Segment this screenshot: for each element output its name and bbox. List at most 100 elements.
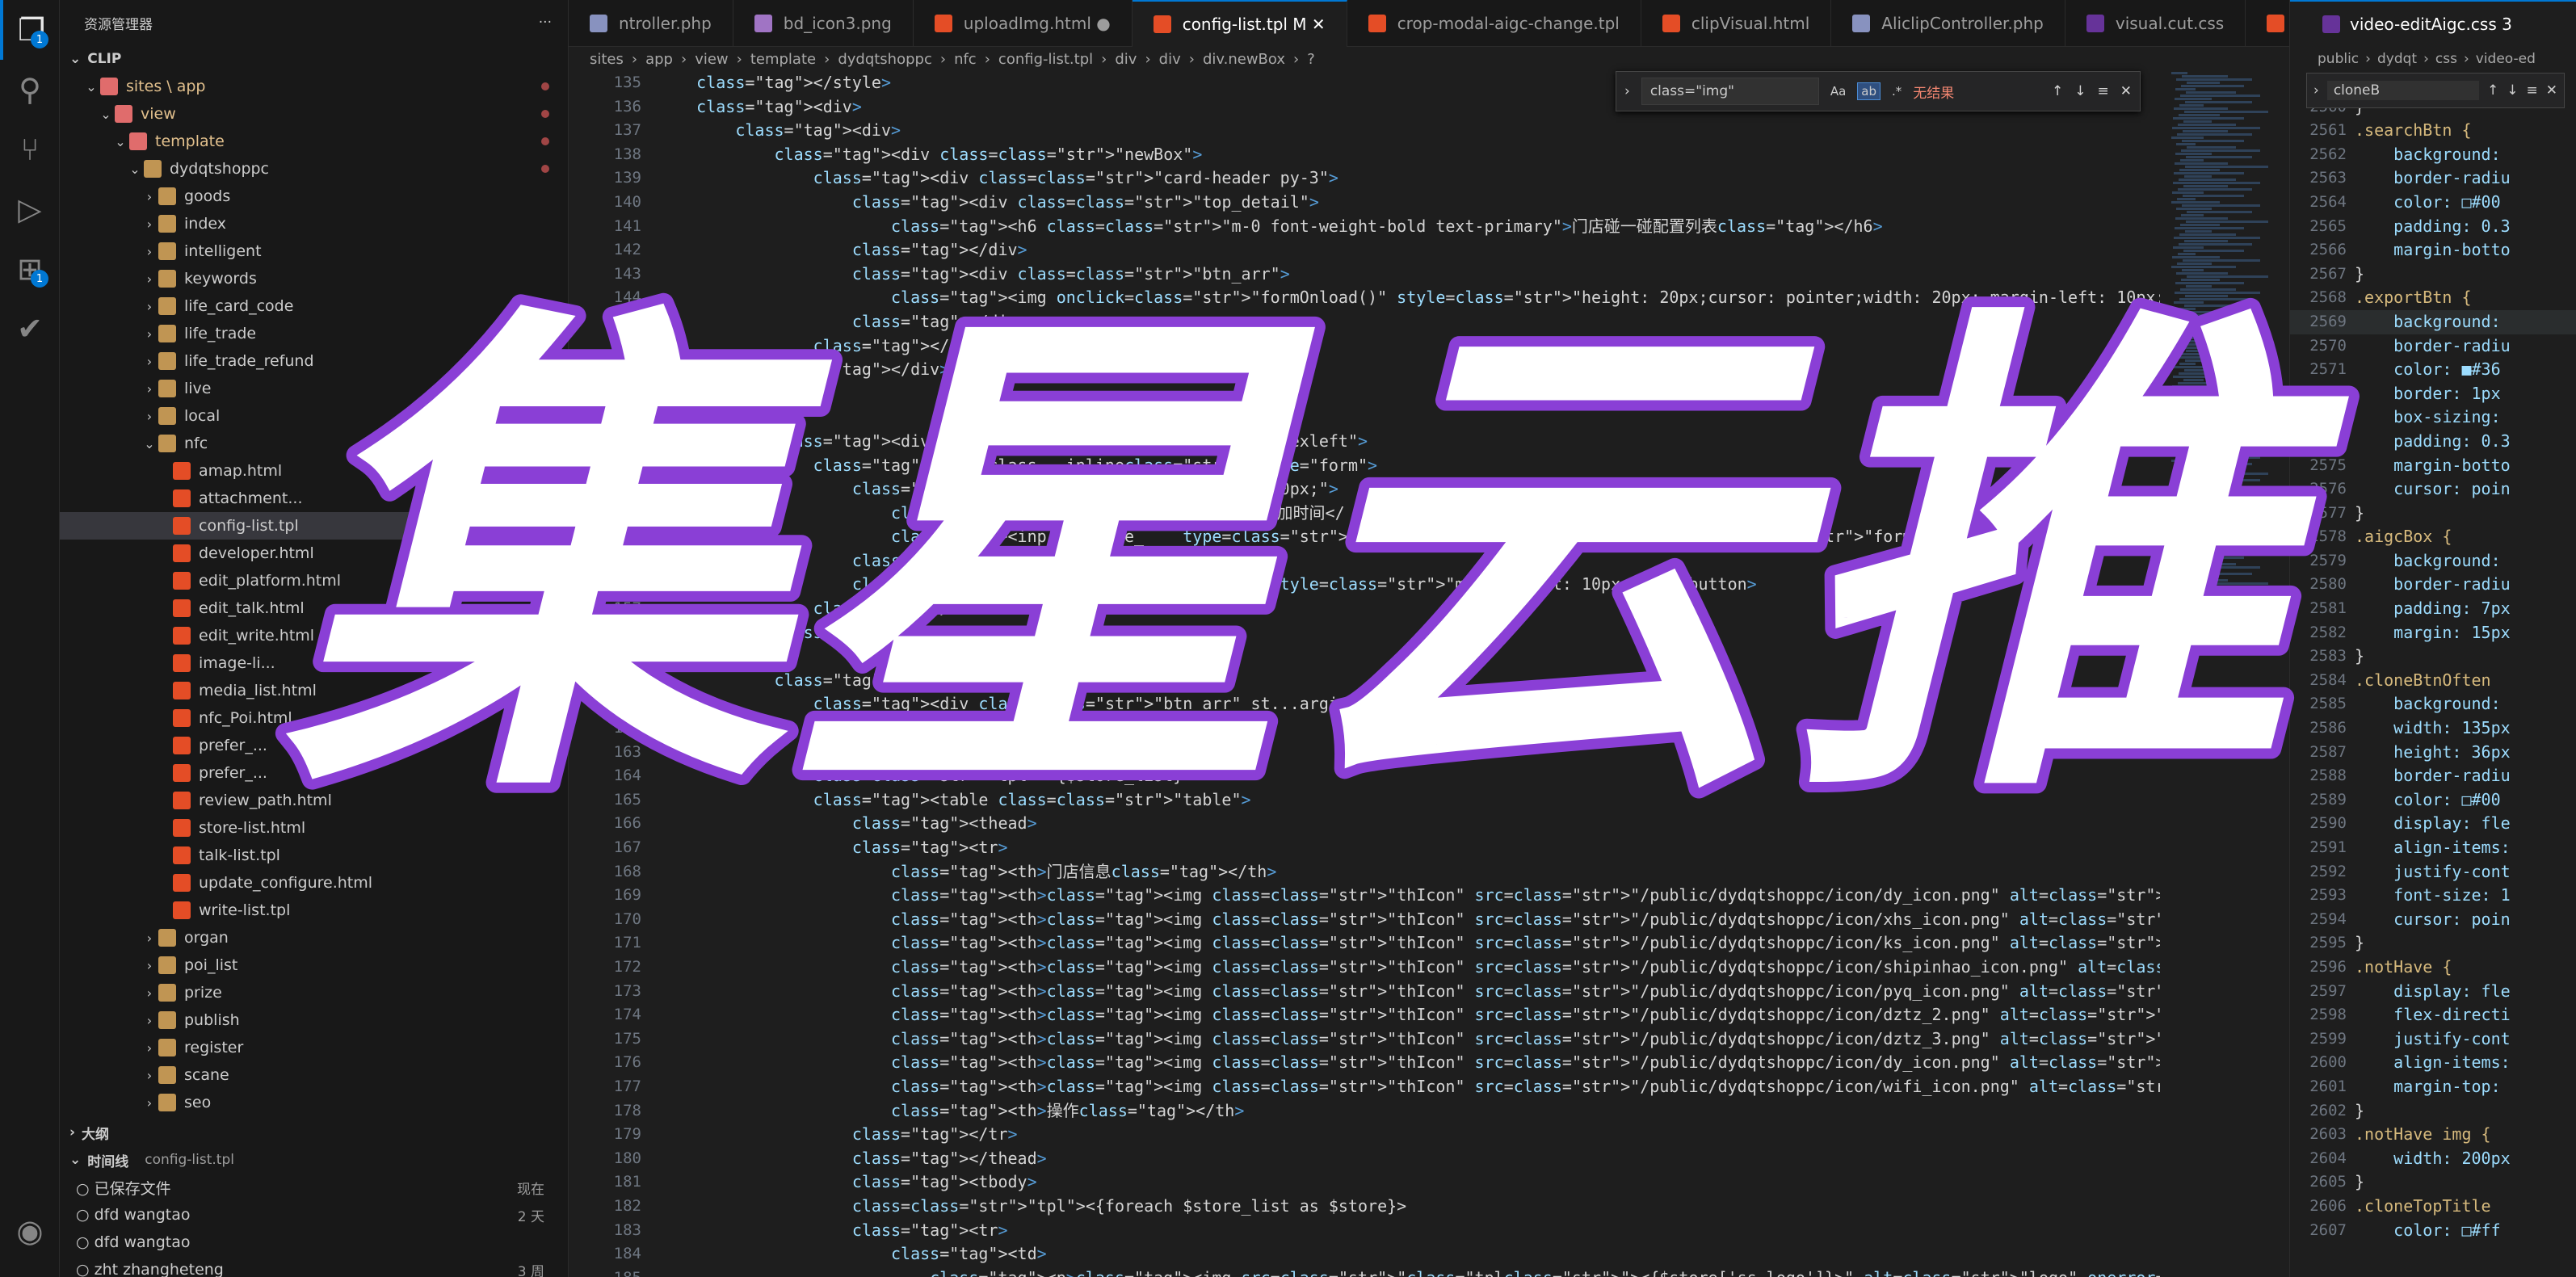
code-line[interactable]: class="tag"><p>class="tag"><img src=clas…: [658, 1266, 2160, 1277]
tree-folder[interactable]: ⌄ nfc: [60, 430, 569, 457]
right-tab-active[interactable]: video-editAigc.css 3: [2290, 0, 2576, 47]
code-line[interactable]: class="tag"><h6 class=class="str">"m-0 f…: [658, 215, 2160, 239]
tree-file[interactable]: write-list.tpl: [60, 897, 569, 924]
right-code-line[interactable]: 2601 margin-top:: [2290, 1075, 2576, 1099]
code-line[interactable]: class="tag"></div>: [658, 238, 2160, 263]
editor-tab[interactable]: crop-modal-aigc-change.tpl: [1347, 0, 1641, 47]
breadcrumb-segment[interactable]: public: [2318, 51, 2359, 67]
search-icon[interactable]: ⚲: [0, 60, 60, 120]
editor-tab[interactable]: visual.cut.css: [2065, 0, 2246, 47]
code-line[interactable]: class="tag"><th>class="tag"><img class=c…: [658, 884, 2160, 908]
code-line[interactable]: class="tag"><th>class="tag"><img class=c…: [658, 1003, 2160, 1027]
editor-tab[interactable]: config-list.tpl M ✕: [1132, 0, 1347, 47]
code-line[interactable]: class="tag"><div id=class="str">"showfr.…: [658, 430, 2160, 454]
code-line[interactable]: class="tag"><inp... time_ type=class="st…: [658, 525, 2160, 549]
right-code-line[interactable]: 2571 color: ■#36: [2290, 358, 2576, 382]
tree-folder[interactable]: › prize: [60, 979, 569, 1006]
right-code-line[interactable]: 2592 justify-cont: [2290, 860, 2576, 884]
editor-tab[interactable]: bd_icon3.png: [733, 0, 914, 47]
timeline-item[interactable]: ○ dfd wangtao: [60, 1229, 569, 1256]
right-code-line[interactable]: 2602}: [2290, 1099, 2576, 1124]
tree-file[interactable]: review_path.html: [60, 787, 569, 814]
right-code-line[interactable]: 2574 padding: 0.3: [2290, 430, 2576, 454]
outline-section[interactable]: › 大纲: [60, 1119, 569, 1146]
match-word-toggle[interactable]: ab: [1857, 82, 1881, 100]
timeline-item[interactable]: ○ dfd wangtao 2 天: [60, 1201, 569, 1229]
code-line[interactable]: class="tag"><div class=class="str">"btn_…: [658, 692, 2160, 716]
tree-folder[interactable]: › local: [60, 402, 569, 430]
code-line[interactable]: class="tag"><div class=class="str">"btn_…: [658, 263, 2160, 287]
tree-file[interactable]: media_list.html: [60, 677, 569, 704]
code-line[interactable]: class="tag"><butt... style=class="str">"…: [658, 573, 2160, 597]
tree-folder[interactable]: › scane: [60, 1061, 569, 1089]
code-line[interactable]: class="tag"></div>: [658, 621, 2160, 645]
code-line[interactable]: class="tag"><tr>: [658, 1219, 2160, 1243]
code-line[interactable]: class=class="str">"tpl"><{foreach $store…: [658, 1195, 2160, 1219]
code-line[interactable]: [658, 645, 2160, 669]
breadcrumb-segment[interactable]: config-list.tpl: [998, 51, 1093, 68]
timeline-item[interactable]: ○ zht zhangheteng 3 周: [60, 1256, 569, 1277]
right-code-line[interactable]: 2570 border-radiu: [2290, 334, 2576, 359]
code-line[interactable]: class="tag"><tr>: [658, 836, 2160, 860]
right-code-line[interactable]: 2586 width: 135px: [2290, 716, 2576, 741]
right-code-line[interactable]: 2590 display: fle: [2290, 812, 2576, 836]
source-control-icon[interactable]: ⑂: [0, 120, 60, 179]
right-code-line[interactable]: 2565 padding: 0.3: [2290, 215, 2576, 239]
tree-file[interactable]: nfc_Poi.html: [60, 704, 569, 732]
right-code-line[interactable]: 2593 font-size: 1: [2290, 884, 2576, 908]
breadcrumb-segment[interactable]: app: [645, 51, 673, 68]
explorer-icon[interactable]: ❐ 1: [0, 0, 60, 60]
right-code-line[interactable]: 2596 .notHave {: [2290, 956, 2576, 980]
code-line[interactable]: [658, 741, 2160, 765]
previous-match-button[interactable]: ↑: [2052, 83, 2063, 99]
code-line[interactable]: class="tag"><tbody>: [658, 1170, 2160, 1195]
tree-folder[interactable]: › intelligent: [60, 237, 569, 265]
right-code-line[interactable]: 2588 border-radiu: [2290, 764, 2576, 788]
right-code-line[interactable]: 2594 cursor: poin: [2290, 908, 2576, 932]
right-code-line[interactable]: 2603 .notHave img {: [2290, 1123, 2576, 1147]
project-section[interactable]: ⌄ CLIP: [60, 45, 568, 73]
right-code-line[interactable]: 2564 color: □#00: [2290, 191, 2576, 215]
right-code-line[interactable]: 2568 .exportBtn {: [2290, 286, 2576, 310]
timeline-section[interactable]: ⌄ 时间线 config-list.tpl: [60, 1146, 569, 1174]
tree-file[interactable]: image-li...: [60, 649, 569, 677]
tree-folder[interactable]: › index: [60, 210, 569, 237]
minimap[interactable]: [2165, 71, 2286, 1277]
right-code-line[interactable]: 2589 color: □#00: [2290, 788, 2576, 813]
tree-file[interactable]: attachment...: [60, 485, 569, 512]
breadcrumb-segment[interactable]: sites: [590, 51, 624, 68]
breadcrumb-segment[interactable]: dydqt: [2377, 51, 2417, 67]
code-line[interactable]: class="tag"><div class=class="str">"newB…: [658, 143, 2160, 167]
tree-file[interactable]: prefer_...: [60, 732, 569, 759]
right-code-line[interactable]: 2599 justify-cont: [2290, 1027, 2576, 1052]
breadcrumb-segment[interactable]: div.newBox: [1203, 51, 1285, 68]
code-line[interactable]: class="tag"><th>class="tag"><img class=c…: [658, 1027, 2160, 1052]
right-code-line[interactable]: 2585 background:: [2290, 692, 2576, 716]
regex-toggle[interactable]: .*: [1892, 84, 1902, 99]
editor-tab[interactable]: ntroller.php: [569, 0, 733, 47]
breadcrumb-segment[interactable]: ?: [1307, 51, 1315, 68]
tree-folder[interactable]: › register: [60, 1034, 569, 1061]
right-code-line[interactable]: 2562 background:: [2290, 143, 2576, 167]
editor-tab[interactable]: clipVisual.html: [1641, 0, 1832, 47]
code-line[interactable]: class="tag"><div>: [658, 119, 2160, 143]
code-line[interactable]: class="tag"><l... ;">添加时间</: [658, 502, 2160, 526]
code-line[interactable]: class="tag"><th>class="tag"><img class=c…: [658, 908, 2160, 932]
right-next-button[interactable]: ↓: [2507, 82, 2518, 99]
right-code-line[interactable]: 2578 .aigcBox {: [2290, 525, 2576, 549]
editor-tab[interactable]: AliclipController.php: [1831, 0, 2065, 47]
right-code-line[interactable]: 2591 align-items:: [2290, 836, 2576, 860]
right-code-line[interactable]: 2607 color: □#ff: [2290, 1219, 2576, 1243]
right-code-line[interactable]: 2579 background:: [2290, 549, 2576, 573]
code-line[interactable]: class="tag"><div class="ne...: [658, 669, 2160, 693]
tree-folder[interactable]: ⌄ sites \ app: [60, 73, 569, 100]
code-line[interactable]: class="tag"><form class...inlineclass="s…: [658, 454, 2160, 478]
run-debug-icon[interactable]: ▷: [0, 179, 60, 239]
tree-folder[interactable]: › live: [60, 375, 569, 402]
tree-folder[interactable]: ⌄ dydqtshoppc: [60, 155, 569, 183]
code-line[interactable]: [658, 716, 2160, 741]
tree-file[interactable]: amap.html: [60, 457, 569, 485]
code-line[interactable]: class="tag"><div class=class="str">"card…: [658, 166, 2160, 191]
right-code-line[interactable]: 2567}: [2290, 263, 2576, 287]
tree-file[interactable]: prefer_...: [60, 759, 569, 787]
